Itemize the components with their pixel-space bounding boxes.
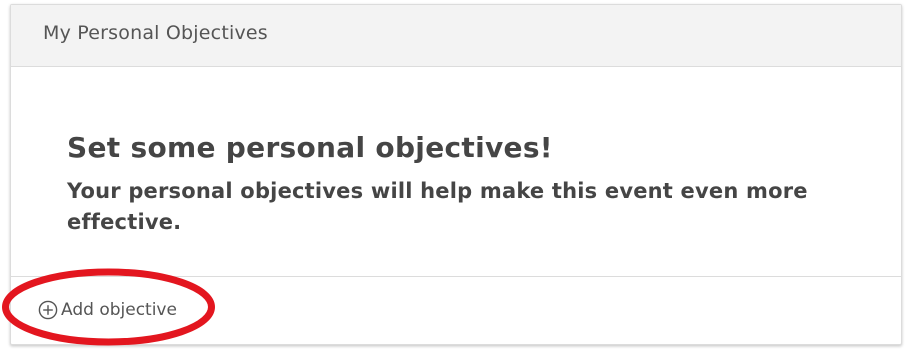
add-objective-button[interactable]: Add objective	[38, 300, 177, 320]
empty-state: Set some personal objectives! Your perso…	[11, 67, 901, 277]
empty-state-subtitle: Your personal objectives will help make …	[67, 179, 808, 234]
card-footer: Add objective	[11, 276, 901, 344]
add-objective-label: Add objective	[61, 300, 177, 320]
empty-state-title: Set some personal objectives!	[67, 131, 553, 164]
plus-circle-icon	[38, 300, 58, 320]
card-title: My Personal Objectives	[43, 22, 268, 44]
card-header: My Personal Objectives	[11, 5, 901, 67]
personal-objectives-card: My Personal Objectives Set some personal…	[10, 4, 902, 345]
